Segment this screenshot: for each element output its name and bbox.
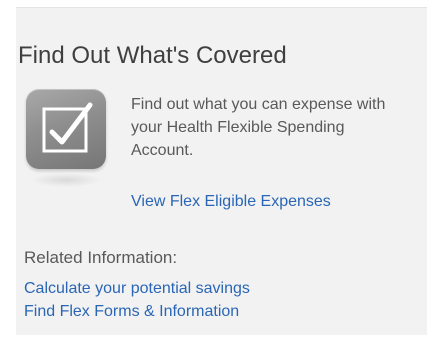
related-links-list: Calculate your potential savings Find Fl…: [24, 277, 250, 323]
calculate-savings-link[interactable]: Calculate your potential savings: [24, 280, 250, 297]
list-item: Find Flex Forms & Information: [24, 300, 250, 323]
panel-title: Find Out What's Covered: [18, 42, 287, 69]
icon-reflection: [30, 173, 102, 187]
checkbox-checked-icon: [26, 89, 106, 169]
coverage-description: Find out what you can expense with your …: [131, 96, 386, 159]
page: Find Out What's Covered Find out what yo…: [0, 0, 433, 345]
checkmark-graphic: [42, 102, 93, 153]
list-item: Calculate your potential savings: [24, 277, 250, 300]
related-information-heading: Related Information:: [24, 248, 178, 267]
view-flex-eligible-expenses-link[interactable]: View Flex Eligible Expenses: [131, 192, 331, 212]
flex-forms-link[interactable]: Find Flex Forms & Information: [24, 303, 239, 320]
